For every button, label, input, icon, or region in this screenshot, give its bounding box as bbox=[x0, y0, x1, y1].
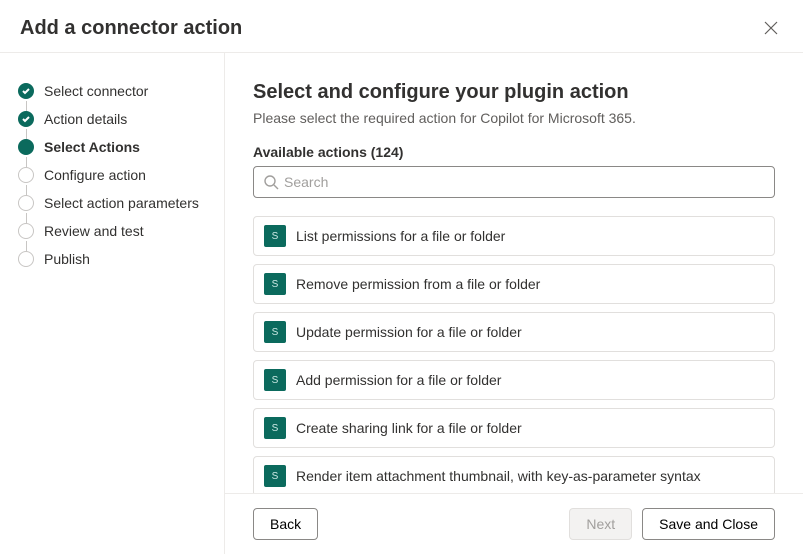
sharepoint-icon: S bbox=[264, 369, 286, 391]
wizard-step[interactable]: Publish bbox=[18, 245, 224, 273]
wizard-step-label: Select action parameters bbox=[44, 195, 199, 211]
wizard-step[interactable]: Select Actions bbox=[18, 133, 224, 161]
action-label: Remove permission from a file or folder bbox=[296, 276, 540, 292]
step-pending-icon bbox=[18, 251, 34, 267]
action-label: Render item attachment thumbnail, with k… bbox=[296, 468, 701, 484]
sharepoint-icon: S bbox=[264, 225, 286, 247]
page-subtitle: Please select the required action for Co… bbox=[253, 110, 775, 126]
action-item[interactable]: S List permissions for a file or folder bbox=[253, 216, 775, 256]
action-item[interactable]: S Create sharing link for a file or folde… bbox=[253, 408, 775, 448]
page-title: Select and configure your plugin action bbox=[253, 81, 775, 104]
next-button[interactable]: Next bbox=[569, 508, 632, 540]
step-pending-icon bbox=[18, 167, 34, 183]
search-icon bbox=[263, 174, 279, 190]
available-actions-list: SList permissions for a file or folderSR… bbox=[253, 216, 775, 493]
sharepoint-icon: S bbox=[264, 417, 286, 439]
wizard-step-label: Publish bbox=[44, 251, 90, 267]
step-complete-icon bbox=[18, 83, 34, 99]
wizard-step-label: Select Actions bbox=[44, 139, 140, 155]
action-label: List permissions for a file or folder bbox=[296, 228, 505, 244]
step-pending-icon bbox=[18, 195, 34, 211]
wizard-steps: Select connector Action details Select Act… bbox=[0, 53, 225, 554]
action-item[interactable]: S Add permission for a file or folder bbox=[253, 360, 775, 400]
back-button[interactable]: Back bbox=[253, 508, 318, 540]
step-current-icon bbox=[18, 139, 34, 155]
wizard-step-label: Action details bbox=[44, 111, 127, 127]
action-item[interactable]: S Remove permission from a file or folder bbox=[253, 264, 775, 304]
available-actions-label: Available actions (124) bbox=[253, 144, 775, 160]
close-button[interactable] bbox=[759, 16, 783, 40]
action-label: Update permission for a file or folder bbox=[296, 324, 522, 340]
action-label: Add permission for a file or folder bbox=[296, 372, 501, 388]
search-input[interactable] bbox=[253, 166, 775, 198]
wizard-step[interactable]: Select action parameters bbox=[18, 189, 224, 217]
wizard-step-label: Select connector bbox=[44, 83, 148, 99]
wizard-step[interactable]: Select connector bbox=[18, 77, 224, 105]
wizard-step-label: Review and test bbox=[44, 223, 144, 239]
dialog-title: Add a connector action bbox=[20, 17, 242, 40]
step-complete-icon bbox=[18, 111, 34, 127]
action-item[interactable]: S Update permission for a file or folder bbox=[253, 312, 775, 352]
action-label: Create sharing link for a file or folder bbox=[296, 420, 522, 436]
action-item[interactable]: S Render item attachment thumbnail, with … bbox=[253, 456, 775, 493]
sharepoint-icon: S bbox=[264, 321, 286, 343]
step-pending-icon bbox=[18, 223, 34, 239]
wizard-step[interactable]: Configure action bbox=[18, 161, 224, 189]
wizard-step-label: Configure action bbox=[44, 167, 146, 183]
close-icon bbox=[764, 21, 778, 35]
save-and-close-button[interactable]: Save and Close bbox=[642, 508, 775, 540]
dialog-footer: Back Next Save and Close bbox=[225, 493, 803, 554]
wizard-step[interactable]: Action details bbox=[18, 105, 224, 133]
wizard-step[interactable]: Review and test bbox=[18, 217, 224, 245]
sharepoint-icon: S bbox=[264, 273, 286, 295]
sharepoint-icon: S bbox=[264, 465, 286, 487]
